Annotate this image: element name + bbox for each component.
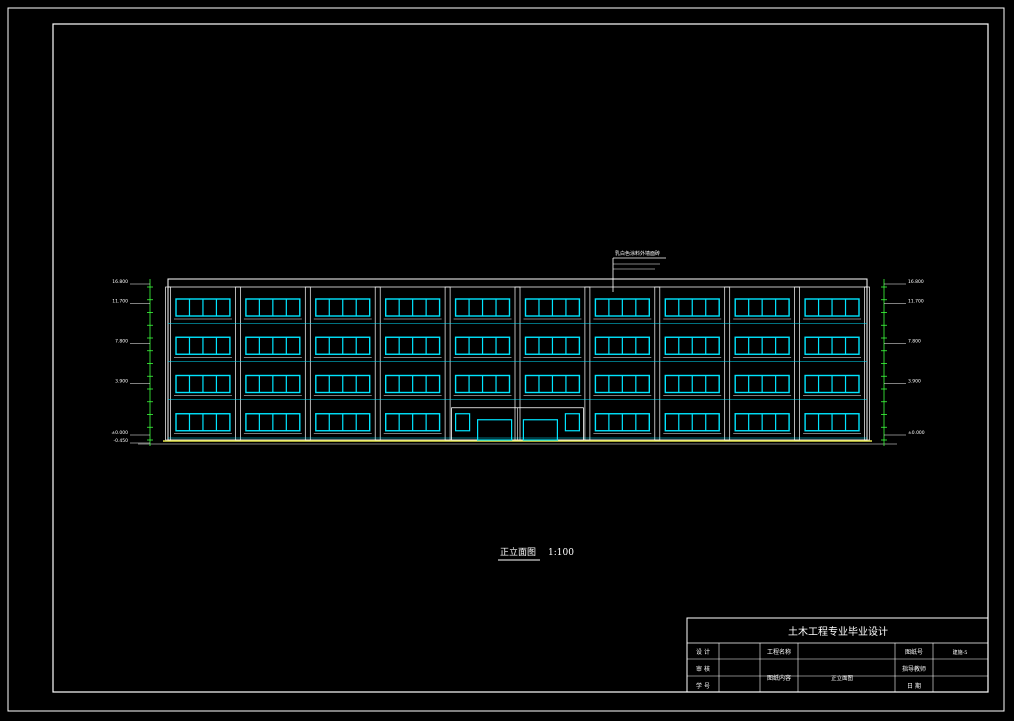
level-label: 7.800 [115,338,128,344]
material-leader: 乳白色涂料外墙面砖 [612,250,666,292]
level-label: 3.900 [115,379,128,385]
drawing-caption-title: 正立面图 [500,546,536,558]
sheet-outer-frame [7,7,1005,712]
level-label: 3.900 [908,379,921,385]
tb-label-design: 设 计 [696,648,710,656]
building-elevation [138,278,897,445]
tb-label-advisor: 指导教师 [902,665,926,673]
pilaster [584,286,591,441]
pilaster [374,286,381,441]
level-label: 7.800 [908,338,921,344]
level-label: ±0.000 [908,430,925,436]
tb-label-review: 审 核 [696,665,710,673]
level-label: 11.700 [908,298,924,304]
level-marks-left: 16.800 11.700 7.800 3.900 ±0.000 -0.450 [111,279,153,446]
entrance-door [477,419,513,441]
pilaster [444,286,451,441]
level-label: 11.700 [112,298,128,304]
tb-label-drawing-no: 图纸号 [905,648,923,656]
tb-label-drawing-content: 图纸内容 [767,674,791,682]
entrance-door [522,419,559,441]
pilaster [654,286,661,441]
pilaster [235,286,241,441]
drawing-caption-scale: 1:100 [548,548,574,558]
drawing-caption: 正立面图 1:100 [498,546,574,561]
tb-value-drawing-content: 正立面图 [831,674,854,682]
level-label: 16.800 [112,279,128,285]
level-label: -0.450 [113,438,128,444]
tb-label-project-name: 工程名称 [767,648,791,656]
pilaster [304,286,311,441]
leader-note-text: 乳白色涂料外墙面砖 [615,250,660,257]
cad-drawing-canvas: 乳白色涂料外墙面砖 16.800 11.700 7.800 3.900 ±0.000 -0… [7,7,1005,712]
level-label: ±0.000 [111,430,128,436]
tb-value-drawing-no: 建施-5 [953,649,968,656]
title-block-title: 土木工程专业毕业设计 [788,625,888,638]
title-block: 土木工程专业毕业设计 设 计 审 核 学 号 工程名称 图纸内容 正立面图 图纸… [686,617,989,693]
pilaster [724,286,731,441]
entrance-side-window [564,413,581,432]
level-marks-right: 16.800 11.700 7.800 3.900 ±0.000 [881,279,925,446]
sheet-inner-frame [52,23,989,693]
level-label: 16.800 [908,279,924,285]
tb-label-student-id: 学 号 [696,682,710,690]
pilaster [794,286,800,441]
tb-label-date: 日 期 [907,682,921,690]
entrance-side-window [455,413,471,432]
